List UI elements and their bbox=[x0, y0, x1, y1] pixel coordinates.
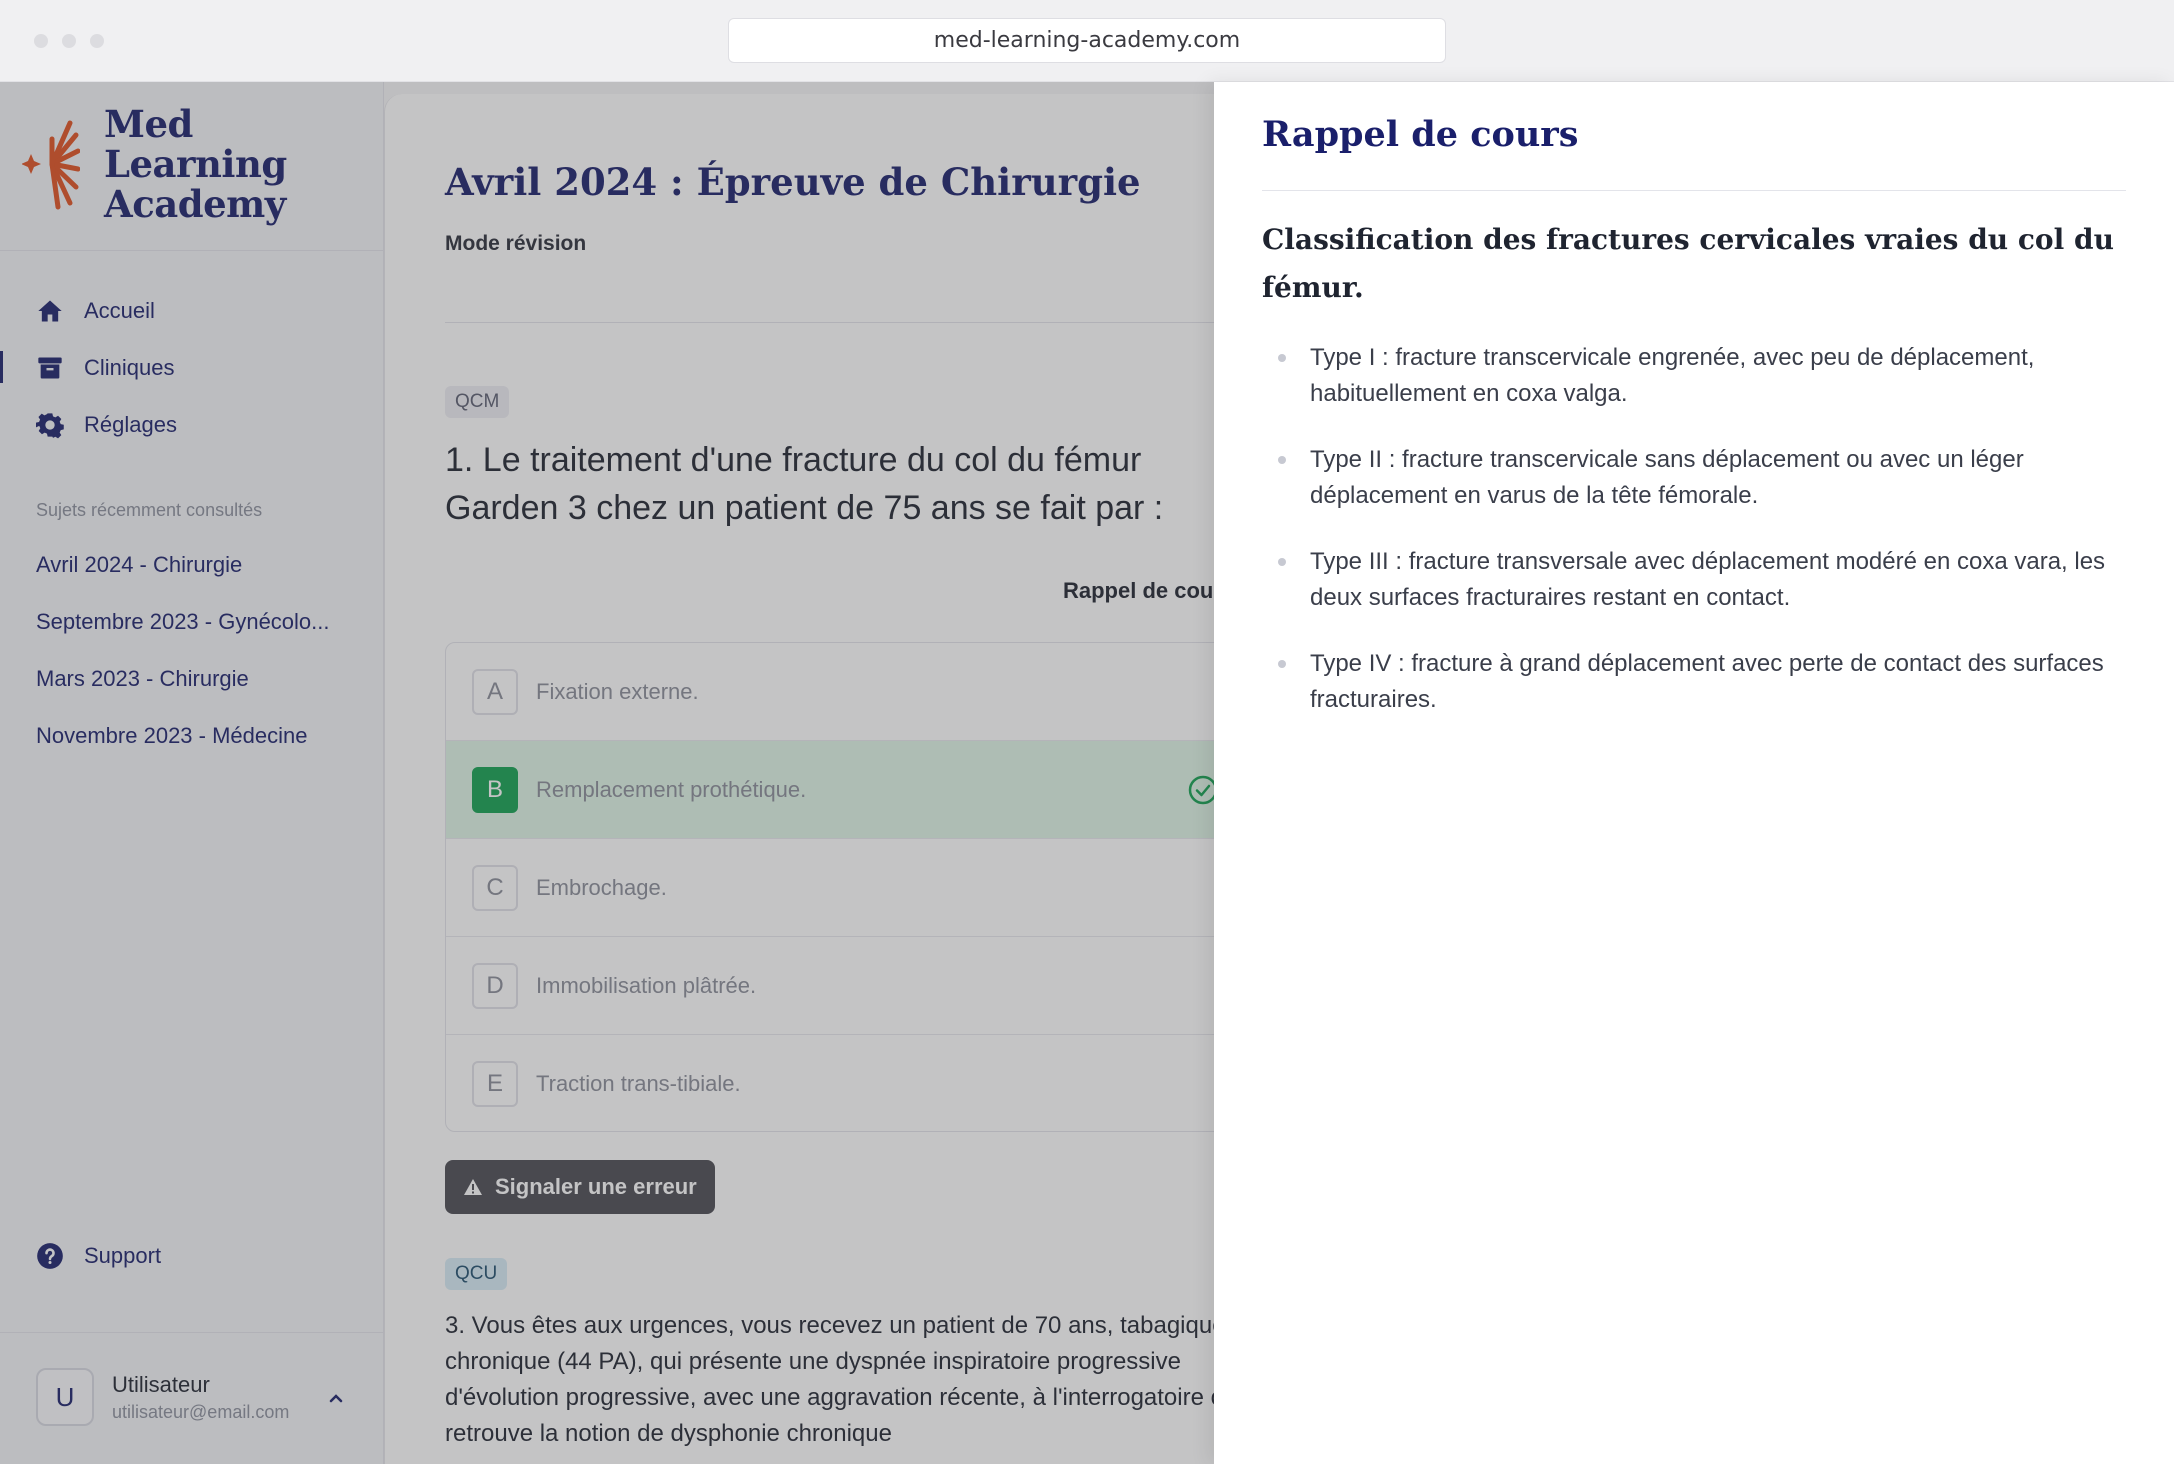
browser-chrome: med-learning-academy.com bbox=[0, 0, 2174, 82]
panel-divider bbox=[1262, 190, 2126, 191]
modal-backdrop[interactable] bbox=[0, 82, 1214, 1464]
panel-title: Rappel de cours bbox=[1262, 114, 1579, 155]
panel-heading: Classification des fractures cervicales … bbox=[1262, 223, 2114, 304]
classification-list: Type I : fracture transcervicale engrené… bbox=[1262, 340, 2126, 748]
course-reminder-panel: Rappel de cours Classification des fract… bbox=[1214, 82, 2174, 1464]
window-controls bbox=[34, 34, 104, 48]
window-minimize-dot[interactable] bbox=[62, 34, 76, 48]
list-item: Type II : fracture transcervicale sans d… bbox=[1262, 442, 2126, 514]
list-item: Type I : fracture transcervicale engrené… bbox=[1262, 340, 2126, 412]
list-item: Type IV : fracture à grand déplacement a… bbox=[1262, 646, 2126, 718]
window-zoom-dot[interactable] bbox=[90, 34, 104, 48]
address-bar[interactable]: med-learning-academy.com bbox=[728, 18, 1446, 63]
window-close-dot[interactable] bbox=[34, 34, 48, 48]
list-item: Type III : fracture transversale avec dé… bbox=[1262, 544, 2126, 616]
